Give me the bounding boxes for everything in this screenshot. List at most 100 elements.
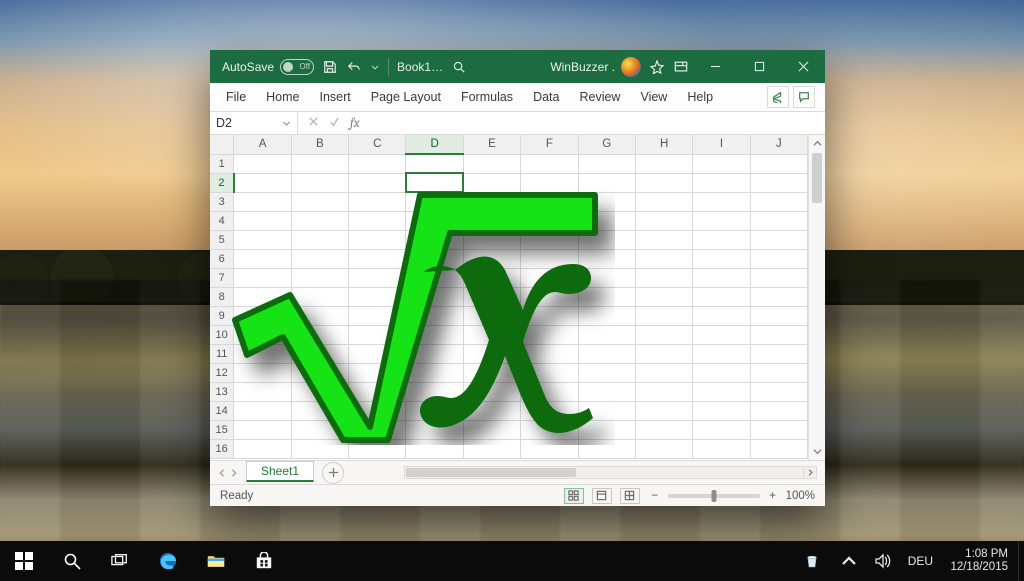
save-icon[interactable] bbox=[322, 59, 338, 75]
cell[interactable] bbox=[406, 192, 463, 211]
cell[interactable] bbox=[406, 154, 463, 173]
cell[interactable] bbox=[521, 268, 578, 287]
cell[interactable] bbox=[693, 439, 750, 458]
tab-prev-icon[interactable] bbox=[218, 469, 226, 477]
cell[interactable] bbox=[234, 249, 291, 268]
cell[interactable] bbox=[234, 382, 291, 401]
cell[interactable] bbox=[693, 363, 750, 382]
cell[interactable] bbox=[349, 401, 406, 420]
vertical-scrollbar[interactable] bbox=[808, 135, 825, 460]
cell[interactable] bbox=[635, 439, 692, 458]
zoom-in-button[interactable]: + bbox=[766, 489, 780, 503]
cell[interactable] bbox=[750, 249, 807, 268]
cell[interactable] bbox=[291, 439, 348, 458]
cell[interactable] bbox=[463, 420, 520, 439]
cell[interactable] bbox=[406, 173, 463, 192]
cell[interactable] bbox=[750, 420, 807, 439]
cell[interactable] bbox=[349, 173, 406, 192]
cell[interactable] bbox=[635, 211, 692, 230]
cell[interactable] bbox=[234, 173, 291, 192]
ribbon-tab-page-layout[interactable]: Page Layout bbox=[361, 83, 451, 111]
cell[interactable] bbox=[349, 268, 406, 287]
cell[interactable] bbox=[578, 249, 635, 268]
cell[interactable] bbox=[349, 344, 406, 363]
column-header[interactable]: A bbox=[234, 135, 291, 154]
cell[interactable] bbox=[349, 211, 406, 230]
ribbon-tab-view[interactable]: View bbox=[630, 83, 677, 111]
cell[interactable] bbox=[406, 325, 463, 344]
cell[interactable] bbox=[521, 420, 578, 439]
cell[interactable] bbox=[291, 344, 348, 363]
cell[interactable] bbox=[635, 192, 692, 211]
cell[interactable] bbox=[750, 382, 807, 401]
cell[interactable] bbox=[463, 287, 520, 306]
ribbon-tab-file[interactable]: File bbox=[216, 83, 256, 111]
ribbon-tab-review[interactable]: Review bbox=[569, 83, 630, 111]
cell[interactable] bbox=[291, 268, 348, 287]
cell[interactable] bbox=[578, 154, 635, 173]
cell[interactable] bbox=[463, 154, 520, 173]
tray-overflow-icon[interactable] bbox=[832, 541, 866, 581]
row-header[interactable]: 4 bbox=[210, 211, 234, 230]
cell[interactable] bbox=[463, 382, 520, 401]
cell[interactable] bbox=[635, 173, 692, 192]
cell[interactable] bbox=[750, 363, 807, 382]
zoom-level[interactable]: 100% bbox=[786, 490, 815, 502]
cell[interactable] bbox=[693, 401, 750, 420]
cell[interactable] bbox=[349, 382, 406, 401]
coming-soon-icon[interactable] bbox=[649, 59, 665, 75]
row-header[interactable]: 15 bbox=[210, 420, 234, 439]
cell[interactable] bbox=[635, 401, 692, 420]
comments-icon[interactable] bbox=[793, 86, 815, 108]
cell[interactable] bbox=[234, 344, 291, 363]
enter-formula-icon[interactable] bbox=[329, 116, 340, 130]
cell[interactable] bbox=[349, 154, 406, 173]
taskbar-search-button[interactable] bbox=[48, 541, 96, 581]
scroll-up-icon[interactable] bbox=[809, 135, 825, 152]
cell[interactable] bbox=[635, 249, 692, 268]
cell[interactable] bbox=[578, 420, 635, 439]
taskbar-clock[interactable]: 1:08 PM 12/18/2015 bbox=[940, 548, 1018, 574]
cell[interactable] bbox=[349, 439, 406, 458]
cell[interactable] bbox=[406, 363, 463, 382]
row-header[interactable]: 13 bbox=[210, 382, 234, 401]
cell[interactable] bbox=[521, 173, 578, 192]
ribbon-display-icon[interactable] bbox=[673, 59, 689, 75]
cell[interactable] bbox=[693, 249, 750, 268]
sheet-tab-nav[interactable] bbox=[210, 469, 246, 477]
cell[interactable] bbox=[234, 211, 291, 230]
cell[interactable] bbox=[463, 249, 520, 268]
cell[interactable] bbox=[750, 154, 807, 173]
cell[interactable] bbox=[750, 173, 807, 192]
cell[interactable] bbox=[693, 382, 750, 401]
cell[interactable] bbox=[463, 401, 520, 420]
normal-view-button[interactable] bbox=[564, 488, 584, 504]
horizontal-scroll-thumb[interactable] bbox=[406, 468, 576, 477]
cell[interactable] bbox=[406, 249, 463, 268]
column-header[interactable]: D bbox=[406, 135, 463, 154]
cell[interactable] bbox=[521, 287, 578, 306]
cell[interactable] bbox=[234, 325, 291, 344]
cancel-formula-icon[interactable] bbox=[308, 116, 319, 130]
cell[interactable] bbox=[635, 325, 692, 344]
row-header[interactable]: 7 bbox=[210, 268, 234, 287]
cell[interactable] bbox=[635, 420, 692, 439]
autosave-toggle[interactable]: AutoSave Off bbox=[222, 59, 314, 75]
cell[interactable] bbox=[463, 306, 520, 325]
zoom-out-button[interactable]: − bbox=[648, 489, 662, 503]
cell[interactable] bbox=[578, 344, 635, 363]
cell[interactable] bbox=[693, 154, 750, 173]
volume-icon[interactable] bbox=[866, 541, 900, 581]
cell[interactable] bbox=[463, 173, 520, 192]
cell[interactable] bbox=[234, 192, 291, 211]
cell[interactable] bbox=[463, 230, 520, 249]
zoom-slider[interactable] bbox=[668, 494, 760, 498]
show-desktop-button[interactable] bbox=[1018, 541, 1024, 581]
cell[interactable] bbox=[291, 306, 348, 325]
cell[interactable] bbox=[750, 306, 807, 325]
cell[interactable] bbox=[693, 173, 750, 192]
cell[interactable] bbox=[693, 230, 750, 249]
row-header[interactable]: 1 bbox=[210, 154, 234, 173]
cell[interactable] bbox=[521, 439, 578, 458]
cell[interactable] bbox=[291, 211, 348, 230]
